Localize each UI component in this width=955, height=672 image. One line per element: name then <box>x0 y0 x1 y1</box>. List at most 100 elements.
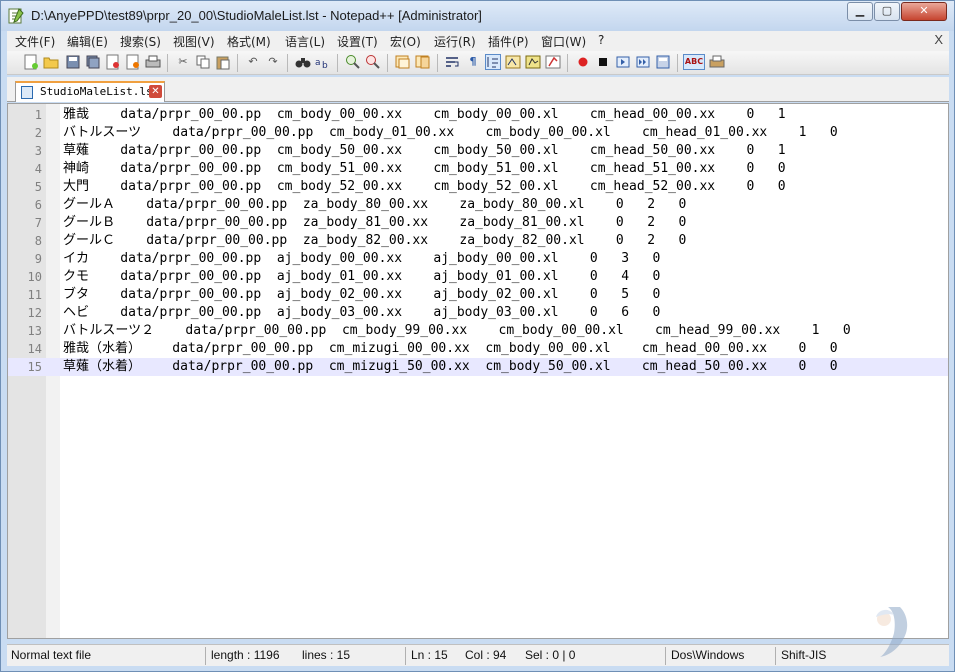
doc-map-icon[interactable] <box>525 54 541 70</box>
notepadpp-window: D:\AnyePPD\test89\prpr_20_00\StudioMaleL… <box>0 0 955 672</box>
window-title: D:\AnyePPD\test89\prpr_20_00\StudioMaleL… <box>31 8 482 23</box>
show-all-chars-icon[interactable]: ¶ <box>465 54 481 70</box>
line-text: グールＡ data/prpr_00_00.pp za_body_80_00.xx… <box>63 197 687 212</box>
code-line[interactable]: 7 グールＢ data/prpr_00_00.pp za_body_81_00.x… <box>8 214 948 232</box>
current-code-line[interactable]: 15 草薙（水着） data/prpr_00_00.pp cm_mizugi_50… <box>8 358 948 376</box>
code-line[interactable]: 1 雅哉 data/prpr_00_00.pp cm_body_00_00.xx … <box>8 106 948 124</box>
stop-macro-icon[interactable] <box>595 54 611 70</box>
line-text: グールＢ data/prpr_00_00.pp za_body_81_00.xx… <box>63 215 687 230</box>
line-number: 1 <box>34 108 42 122</box>
svg-text:b: b <box>322 61 328 69</box>
save-macro-icon[interactable] <box>655 54 671 70</box>
run-macro-multiple-icon[interactable] <box>635 54 651 70</box>
line-number: 5 <box>34 180 42 194</box>
tab-studiomalelist[interactable]: StudioMaleList.lst ✕ <box>15 81 165 102</box>
print-icon[interactable] <box>145 54 161 70</box>
line-number: 8 <box>34 234 42 248</box>
menu-search[interactable]: 搜索(S) <box>120 33 161 50</box>
menu-language[interactable]: 语言(L) <box>285 33 325 50</box>
indent-guide-icon[interactable] <box>485 54 501 70</box>
code-line[interactable]: 13 バトルスーツ２ data/prpr_00_00.pp cm_body_99_… <box>8 322 948 340</box>
word-wrap-icon[interactable] <box>445 54 461 70</box>
menu-file[interactable]: 文件(F) <box>15 33 55 50</box>
code-line[interactable]: 4 神崎 data/prpr_00_00.pp cm_body_51_00.xx … <box>8 160 948 178</box>
zoom-out-icon[interactable] <box>365 54 381 70</box>
tab-close-icon[interactable]: ✕ <box>149 85 162 98</box>
new-file-icon[interactable] <box>23 54 39 70</box>
menu-edit[interactable]: 编辑(E) <box>67 33 108 50</box>
line-text: 神崎 data/prpr_00_00.pp cm_body_51_00.xx c… <box>63 161 786 176</box>
sync-horizontal-icon[interactable] <box>415 54 431 70</box>
encoding-status[interactable]: Shift-JIS <box>781 648 826 662</box>
line-text: グールＣ data/prpr_00_00.pp za_body_82_00.xx… <box>63 233 687 248</box>
line-number: 10 <box>27 270 42 284</box>
line-number: 6 <box>34 198 42 212</box>
code-line[interactable]: 10 クモ data/prpr_00_00.pp aj_body_01_00.xx… <box>8 268 948 286</box>
open-file-icon[interactable] <box>43 54 59 70</box>
menu-settings[interactable]: 设置(T) <box>337 33 378 50</box>
code-line[interactable]: 11 ブタ data/prpr_00_00.pp aj_body_02_00.xx… <box>8 286 948 304</box>
line-number: 2 <box>34 126 42 140</box>
line-text: 雅哉（水着） data/prpr_00_00.pp cm_mizugi_00_0… <box>63 341 838 356</box>
line-number: 15 <box>27 360 42 374</box>
line-number: 9 <box>34 252 42 266</box>
line-text: 草薙 data/prpr_00_00.pp cm_body_50_00.xx c… <box>63 143 786 158</box>
line-number: 14 <box>27 342 42 356</box>
line-number: 4 <box>34 162 42 176</box>
play-macro-icon[interactable] <box>615 54 631 70</box>
line-text: イカ data/prpr_00_00.pp aj_body_00_00.xx a… <box>63 251 661 266</box>
line-text: クモ data/prpr_00_00.pp aj_body_01_00.xx a… <box>63 269 661 284</box>
code-line[interactable]: 9 イカ data/prpr_00_00.pp aj_body_00_00.xx … <box>8 250 948 268</box>
code-line[interactable]: 12 ヘビ data/prpr_00_00.pp aj_body_03_00.xx… <box>8 304 948 322</box>
function-list-icon[interactable] <box>545 54 561 70</box>
maximize-button[interactable]: ▢ <box>874 2 900 21</box>
menu-run[interactable]: 运行(R) <box>434 33 476 50</box>
title-bar[interactable]: D:\AnyePPD\test89\prpr_20_00\StudioMaleL… <box>1 1 954 31</box>
code-line[interactable]: 2 バトルスーツ data/prpr_00_00.pp cm_body_01_00… <box>8 124 948 142</box>
file-saved-icon <box>21 86 33 99</box>
watermark-logo <box>876 607 908 657</box>
menu-plugins[interactable]: 插件(P) <box>488 33 529 50</box>
save-icon[interactable] <box>65 54 81 70</box>
save-all-icon[interactable] <box>85 54 101 70</box>
minimize-button[interactable]: ▁ <box>847 2 873 21</box>
menu-window[interactable]: 窗口(W) <box>541 33 586 50</box>
redo-icon[interactable]: ↷ <box>265 54 281 70</box>
close-window-button[interactable]: ✕ <box>901 2 947 21</box>
code-line[interactable]: 6 グールＡ data/prpr_00_00.pp za_body_80_00.x… <box>8 196 948 214</box>
replace-icon[interactable]: ab <box>315 54 331 70</box>
code-line[interactable]: 3 草薙 data/prpr_00_00.pp cm_body_50_00.xx … <box>8 142 948 160</box>
eol-format-status[interactable]: Dos\Windows <box>671 648 744 662</box>
line-number: 13 <box>27 324 42 338</box>
code-line[interactable]: 14 雅哉（水着） data/prpr_00_00.pp cm_mizugi_00… <box>8 340 948 358</box>
menu-bar: 文件(F) 编辑(E) 搜索(S) 视图(V) 格式(M) 语言(L) 设置(T… <box>7 31 949 51</box>
length-status: length : 1196 <box>211 648 280 662</box>
close-document-button[interactable]: X <box>934 32 943 47</box>
code-line[interactable]: 8 グールＣ data/prpr_00_00.pp za_body_82_00.x… <box>8 232 948 250</box>
code-lines: 1 雅哉 data/prpr_00_00.pp cm_body_00_00.xx … <box>8 106 948 376</box>
menu-view[interactable]: 视图(V) <box>173 33 215 50</box>
close-file-icon[interactable] <box>105 54 121 70</box>
menu-format[interactable]: 格式(M) <box>227 33 271 50</box>
notepadpp-app-icon <box>8 8 24 24</box>
menu-macro[interactable]: 宏(O) <box>390 33 421 50</box>
print-preview-icon[interactable] <box>709 54 725 70</box>
menu-help[interactable]: ? <box>598 33 604 47</box>
find-icon[interactable] <box>295 54 311 70</box>
editor-area[interactable]: 1 雅哉 data/prpr_00_00.pp cm_body_00_00.xx … <box>7 103 949 639</box>
close-all-icon[interactable] <box>125 54 141 70</box>
udl-icon[interactable] <box>505 54 521 70</box>
line-number: 3 <box>34 144 42 158</box>
copy-icon[interactable] <box>195 54 211 70</box>
spell-check-icon[interactable]: ABC <box>683 54 705 70</box>
zoom-in-icon[interactable] <box>345 54 361 70</box>
line-number: 12 <box>27 306 42 320</box>
code-line[interactable]: 5 大門 data/prpr_00_00.pp cm_body_52_00.xx … <box>8 178 948 196</box>
file-type-status: Normal text file <box>11 648 92 662</box>
record-macro-icon[interactable] <box>575 54 591 70</box>
undo-icon[interactable]: ↶ <box>245 54 261 70</box>
sync-vertical-icon[interactable] <box>395 54 411 70</box>
paste-icon[interactable] <box>215 54 231 70</box>
cut-icon[interactable]: ✂ <box>175 54 191 70</box>
status-bar: Normal text file length : 1196 lines : 1… <box>7 644 949 666</box>
